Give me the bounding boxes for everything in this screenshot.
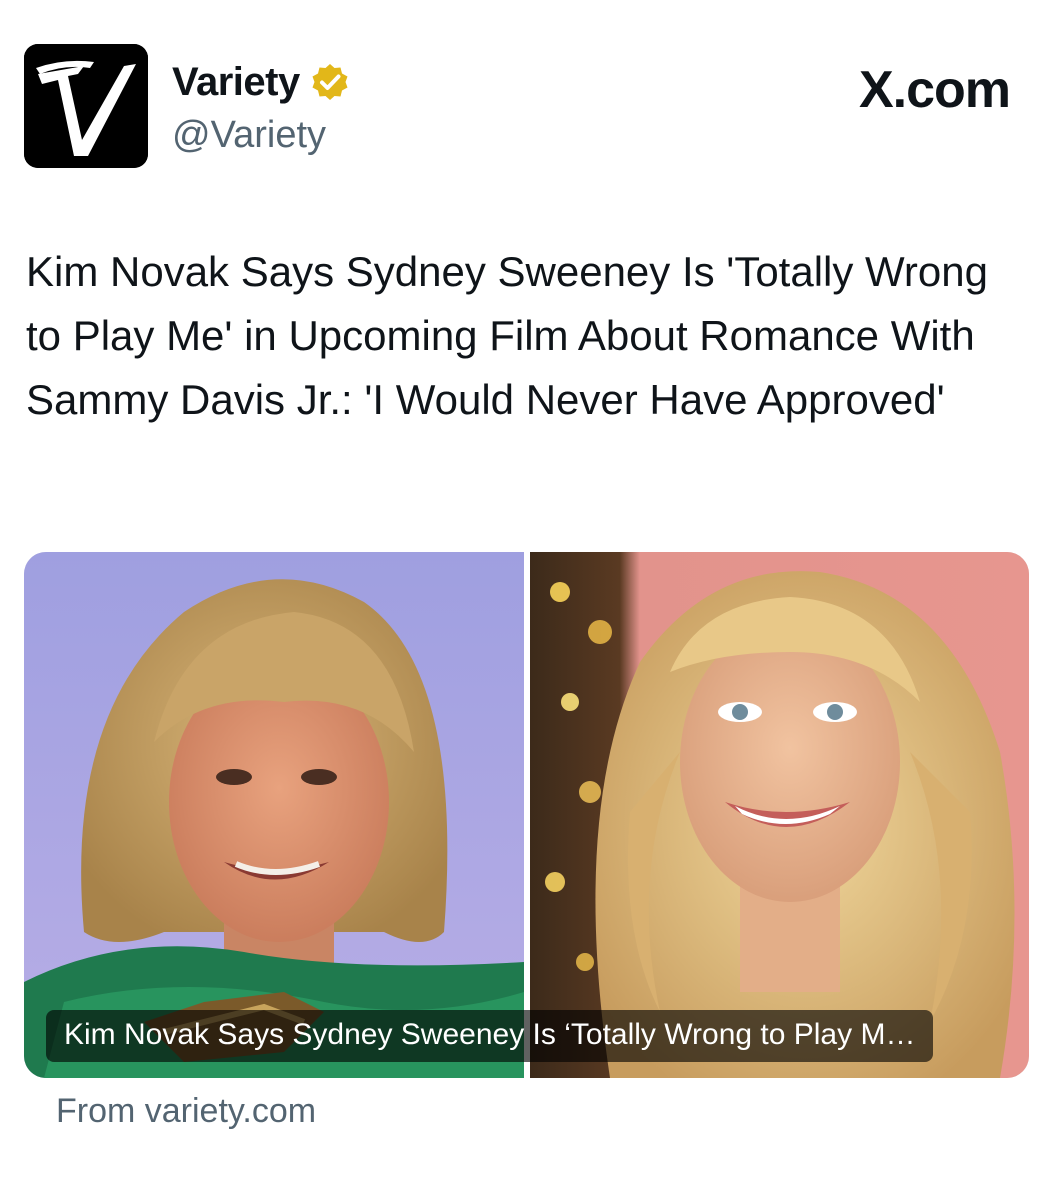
display-name-row: Variety — [172, 58, 350, 106]
author-block[interactable]: Variety @Variety — [172, 58, 350, 157]
link-card[interactable]: Kim Novak Says Sydney Sweeney Is ‘Totall… — [24, 552, 1029, 1078]
user-handle[interactable]: @Variety — [172, 114, 350, 157]
x-brand-label: X.com — [858, 61, 1011, 119]
tweet-screenshot: Variety @Variety X.com Kim Novak Says Sy… — [0, 0, 1054, 1200]
display-name[interactable]: Variety — [172, 60, 300, 105]
profile-avatar[interactable] — [24, 44, 148, 168]
verified-badge-icon — [312, 64, 348, 100]
left-photo-image — [24, 552, 524, 1078]
card-source-domain[interactable]: From variety.com — [56, 1092, 316, 1131]
variety-logo-icon — [24, 44, 148, 168]
right-photo-image — [530, 552, 1029, 1078]
card-title-overlay[interactable]: Kim Novak Says Sydney Sweeney Is ‘Totall… — [46, 1010, 934, 1062]
post-text: Kim Novak Says Sydney Sweeney Is 'Totall… — [26, 248, 988, 423]
